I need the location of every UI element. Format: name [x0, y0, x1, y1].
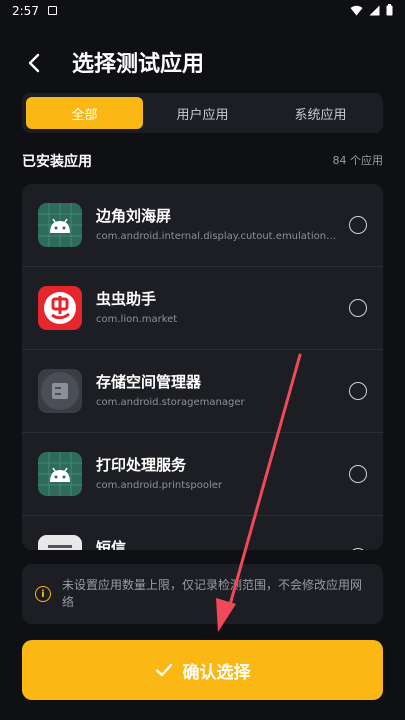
list-item[interactable]: 边角刘海屏 com.android.internal.display.cutou… [22, 184, 383, 267]
header: 选择测试应用 [0, 40, 405, 84]
wifi-icon [350, 5, 363, 15]
list-item[interactable]: 存储空间管理器 com.android.storagemanager [22, 350, 383, 433]
status-bar: 2:57 [0, 0, 405, 24]
android-icon [38, 203, 82, 247]
app-package: com.android.printspooler [96, 480, 222, 491]
list-item[interactable]: 短信 [22, 516, 383, 550]
android-icon [38, 452, 82, 496]
back-arrow-icon [28, 53, 40, 73]
section-title: 已安装应用 [22, 154, 92, 170]
page-title: 选择测试应用 [72, 52, 205, 77]
app-list[interactable]: 边角刘海屏 com.android.internal.display.cutou… [22, 184, 383, 550]
info-icon: i [35, 586, 51, 602]
select-radio[interactable] [349, 216, 367, 234]
info-text: 未设置应用数量上限，仅记录检测范围，不会修改应用网络 [62, 578, 363, 609]
app-name: 存储空间管理器 [96, 373, 202, 391]
select-radio[interactable] [349, 548, 367, 550]
app-count: 84 个应用 [332, 154, 384, 167]
list-item[interactable]: 虫虫助手 com.lion.market [22, 267, 383, 350]
select-radio[interactable] [349, 382, 367, 400]
notification-icon [48, 6, 57, 15]
app-name: 打印处理服务 [96, 456, 187, 474]
app-package: com.android.internal.display.cutout.emul… [96, 231, 336, 242]
info-notice: i 未设置应用数量上限，仅记录检测范围，不会修改应用网络 [22, 564, 383, 624]
filter-tabs: 全部 用户应用 系统应用 [22, 93, 383, 133]
tab-system-apps[interactable]: 系统应用 [262, 97, 379, 129]
app-package: com.android.storagemanager [96, 397, 245, 408]
sms-icon [38, 535, 82, 550]
tab-all[interactable]: 全部 [26, 97, 143, 129]
list-item[interactable]: 打印处理服务 com.android.printspooler [22, 433, 383, 516]
tab-user-apps[interactable]: 用户应用 [144, 97, 261, 129]
back-button[interactable] [22, 50, 48, 76]
storage-icon [38, 369, 82, 413]
confirm-button[interactable]: 确认选择 [22, 640, 383, 700]
chongchong-icon [38, 286, 82, 330]
battery-icon [386, 4, 393, 16]
signal-icon [369, 5, 380, 15]
app-name: 虫虫助手 [96, 290, 157, 308]
select-radio[interactable] [349, 299, 367, 317]
system-icons [350, 4, 393, 16]
check-icon [155, 663, 172, 677]
select-radio[interactable] [349, 465, 367, 483]
app-name: 边角刘海屏 [96, 207, 172, 225]
app-name: 短信 [96, 539, 127, 550]
app-package: com.lion.market [96, 314, 178, 325]
confirm-label: 确认选择 [182, 662, 251, 683]
status-time: 2:57 [12, 4, 39, 18]
